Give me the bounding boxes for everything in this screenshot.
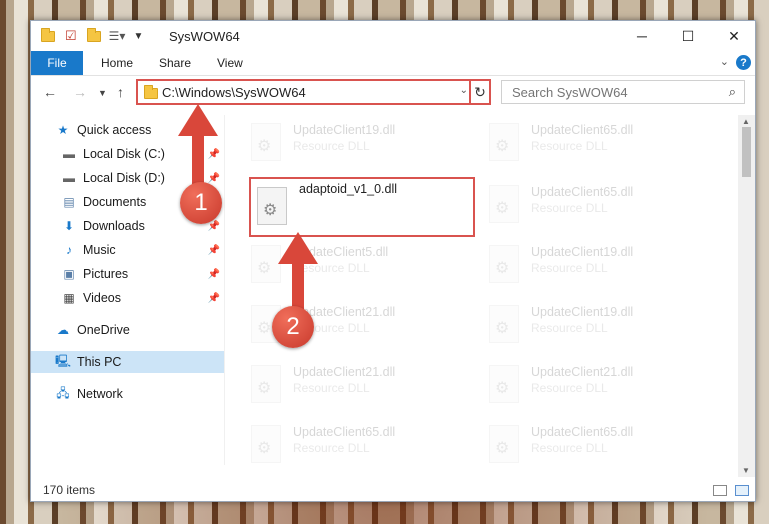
- callout-2: 2: [272, 306, 314, 348]
- annotation-arrows: [178, 104, 318, 312]
- callout-1: 1: [180, 182, 222, 224]
- arrow-up-to-file: [278, 232, 318, 312]
- arrow-up-to-address: [178, 104, 218, 186]
